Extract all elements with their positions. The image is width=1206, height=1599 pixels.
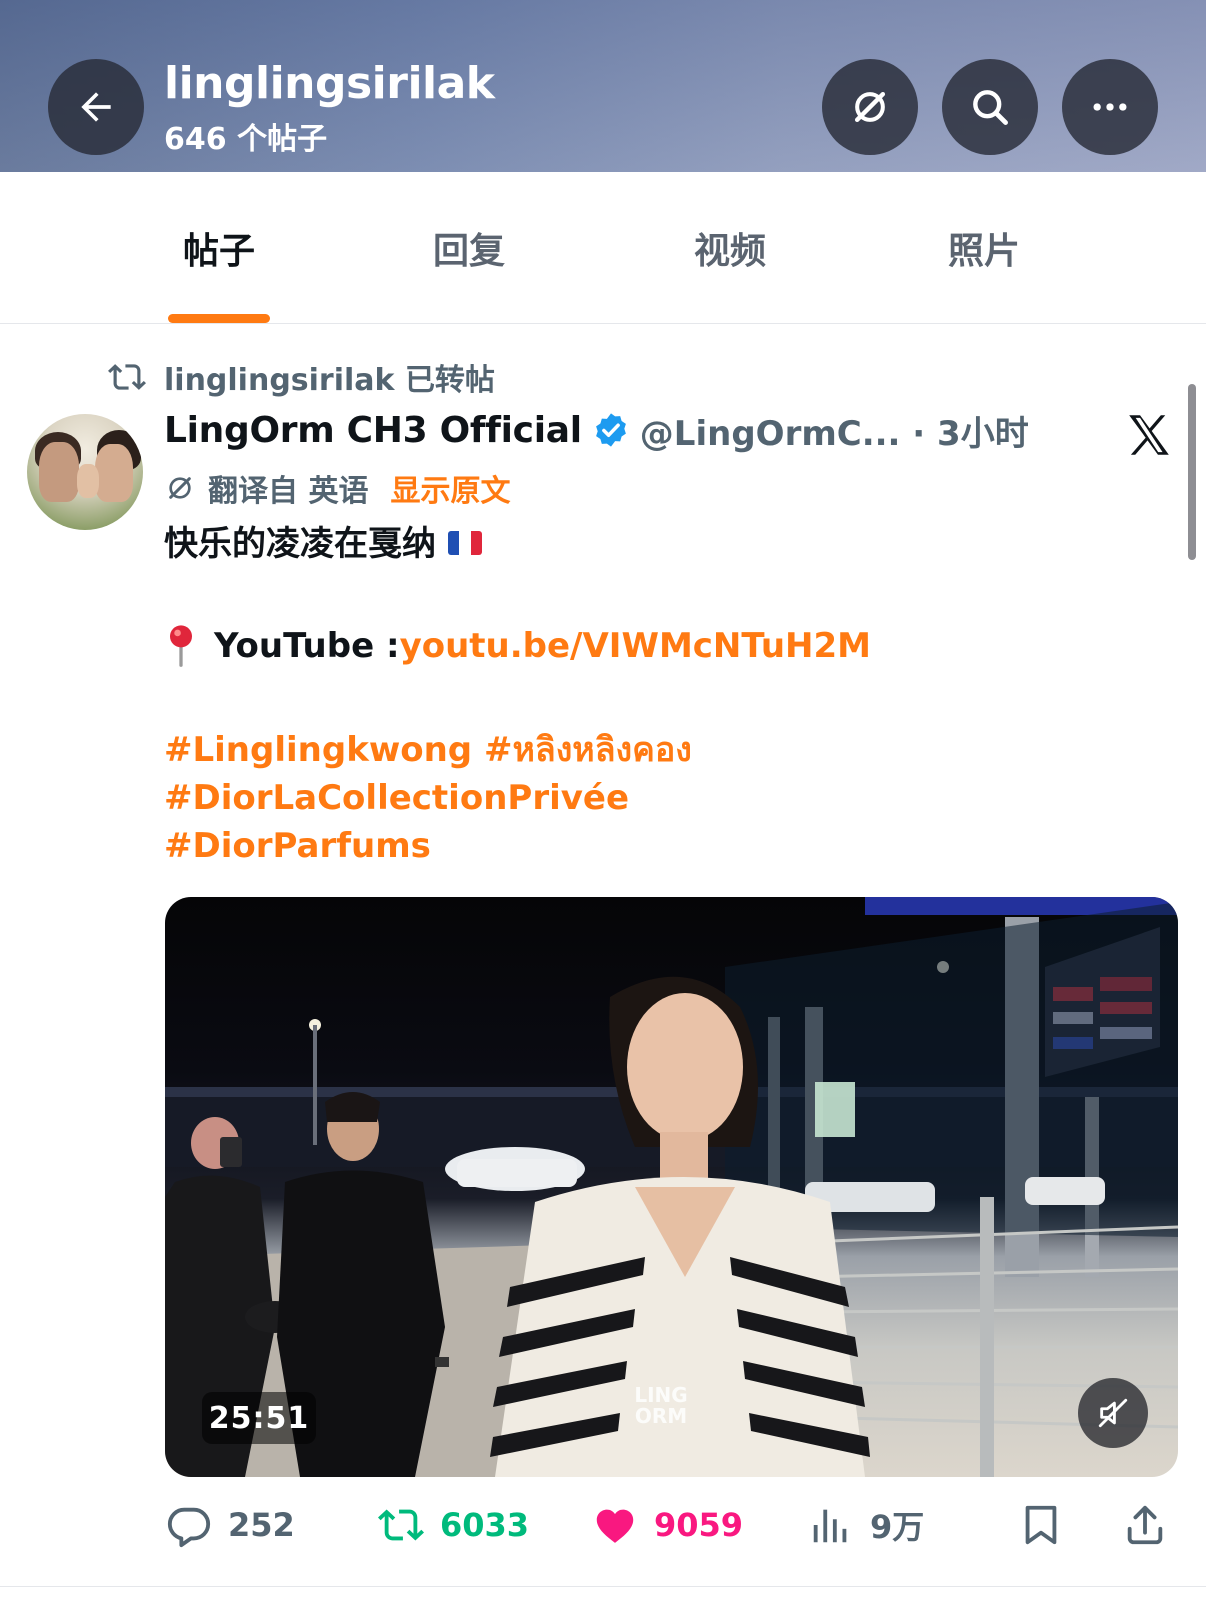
more-button[interactable]: [1062, 59, 1158, 155]
post-count: 646 个帖子: [164, 122, 328, 157]
analytics-icon: [813, 1509, 847, 1543]
back-arrow-icon: [81, 92, 111, 122]
repost-icon: [108, 364, 146, 390]
author-handle-time[interactable]: @LingOrmC... · 3小时: [640, 406, 1029, 455]
repost-context[interactable]: linglingsirilak 已转帖: [108, 355, 495, 399]
tab-replies[interactable]: 回复: [341, 172, 597, 324]
pin-icon: [170, 625, 192, 667]
tab-photos[interactable]: 照片: [856, 172, 1112, 324]
bookmark-icon: [1025, 1505, 1057, 1545]
back-button[interactable]: [48, 59, 144, 155]
repost-button[interactable]: 6033: [378, 1488, 529, 1562]
scrollbar[interactable]: [1188, 384, 1196, 560]
mute-button[interactable]: [1078, 1378, 1148, 1448]
share-icon: [1127, 1505, 1163, 1545]
more-icon: [1093, 103, 1127, 111]
tab-videos[interactable]: 视频: [602, 172, 858, 324]
video-player[interactable]: LING ORM: [165, 897, 1178, 1477]
grok-button[interactable]: [822, 59, 918, 155]
france-flag-icon: [448, 530, 482, 555]
volume-muted-icon: [1098, 1398, 1128, 1428]
profile-tabs: 帖子 回复 视频 照片: [0, 172, 1206, 324]
youtube-link[interactable]: youtu.be/VIWMcNTuH2M: [400, 622, 871, 670]
repost-count: 6033: [440, 1506, 530, 1544]
share-button[interactable]: [1122, 1488, 1184, 1562]
bookmark-button[interactable]: [1018, 1488, 1080, 1562]
reply-count: 252: [228, 1506, 295, 1544]
search-button[interactable]: [942, 59, 1038, 155]
tweet-text: 快乐的凌凌在戛纳: [164, 524, 436, 564]
repost-label: linglingsirilak 已转帖: [164, 363, 495, 398]
hashtag-line[interactable]: #Linglingkwong #หลิงหลิงคอง: [164, 726, 1124, 774]
author-avatar[interactable]: [27, 414, 143, 530]
verified-badge-icon: [595, 413, 626, 447]
video-frame: LING ORM: [165, 897, 1178, 1477]
views-button[interactable]: 9万: [808, 1488, 924, 1562]
tweet-text-line: 快乐的凌凌在戛纳: [164, 520, 1124, 568]
hashtag-line[interactable]: #DiorParfums: [164, 822, 1124, 870]
grok-icon: [854, 91, 886, 123]
view-count: 9万: [870, 1508, 925, 1546]
author-display-name[interactable]: LingOrm CH3 Official: [164, 410, 582, 451]
show-original-link[interactable]: 显示原文: [390, 466, 510, 510]
x-logo-icon: [1129, 415, 1169, 455]
hashtag-line[interactable]: #DiorLaCollectionPrivée: [164, 774, 1124, 822]
svg-text:ORM: ORM: [635, 1404, 687, 1428]
youtube-label: YouTube :: [214, 626, 400, 666]
video-duration: 25:51: [202, 1392, 316, 1444]
reply-icon: [167, 1507, 211, 1548]
like-count: 9059: [654, 1506, 744, 1544]
translation-row: 翻译自 英语 显示原文: [164, 466, 510, 510]
profile-header: linglingsirilak 646 个帖子: [0, 0, 1206, 172]
grok-translate-icon: [169, 477, 191, 499]
like-button[interactable]: 9059: [592, 1488, 743, 1562]
youtube-line: YouTube : youtu.be/VIWMcNTuH2M: [164, 622, 1124, 670]
tab-posts[interactable]: 帖子: [91, 172, 347, 324]
profile-title: linglingsirilak: [164, 58, 495, 109]
author-row: LingOrm CH3 Official @LingOrmC... · 3小时: [164, 404, 1029, 456]
tweet-actions: 252 6033 9059 9万: [0, 1488, 1206, 1562]
divider: [0, 1586, 1206, 1587]
translation-label: 翻译自 英语: [208, 474, 369, 509]
reply-button[interactable]: 252: [166, 1488, 295, 1562]
search-icon: [973, 90, 1008, 125]
active-tab-indicator: [168, 314, 270, 323]
repost-icon: [378, 1509, 424, 1541]
heart-filled-icon: [596, 1509, 634, 1543]
